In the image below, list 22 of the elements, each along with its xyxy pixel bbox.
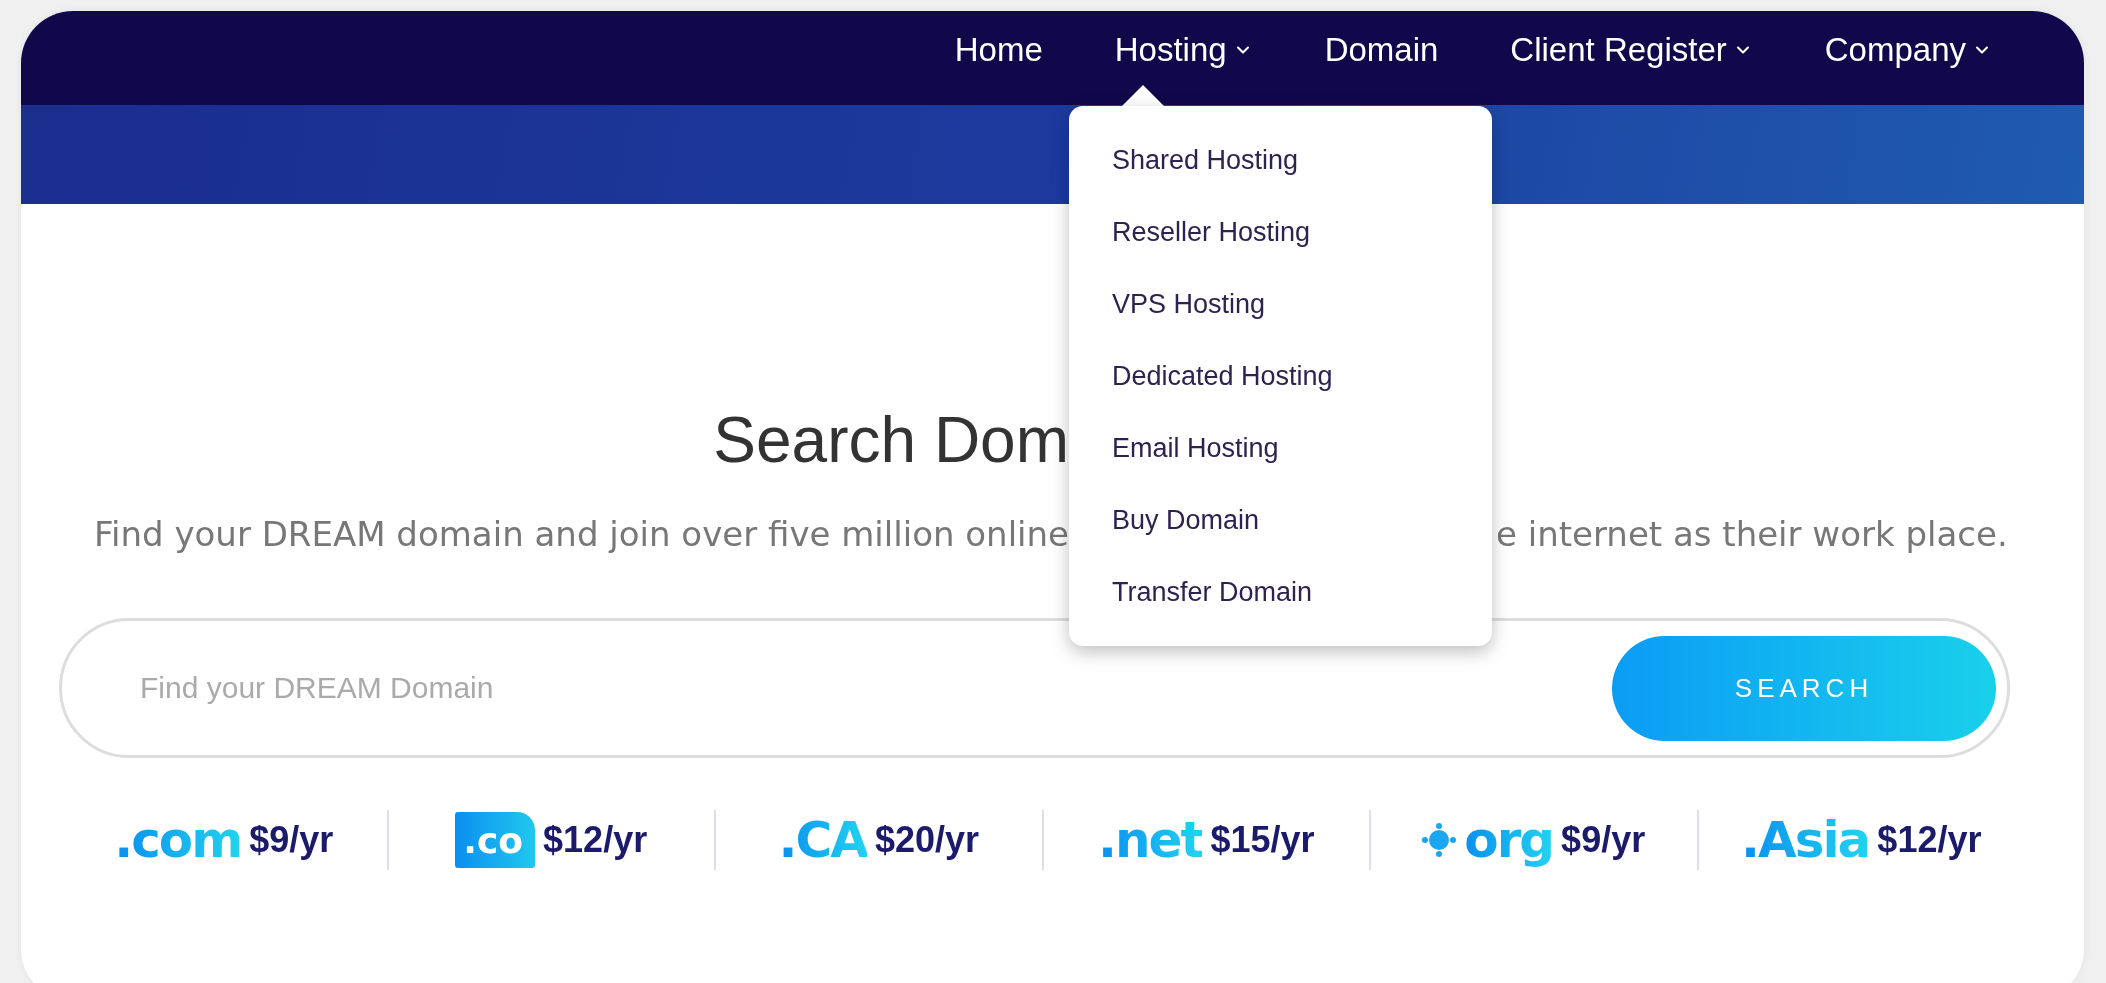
tld-logo: .co: [455, 812, 536, 868]
menu-item[interactable]: Email Hosting: [1069, 412, 1492, 484]
subtitle-text: e internet as their work place.: [1496, 513, 2008, 556]
menu-item[interactable]: Dedicated Hosting: [1069, 340, 1492, 412]
menu-item[interactable]: Reseller Hosting: [1069, 196, 1492, 268]
nav-link[interactable]: Hosting: [1114, 11, 1253, 69]
price-text: $9/yr: [1561, 819, 1646, 861]
price-text: $12/yr: [543, 819, 648, 861]
page-heading: Search Dom: [712, 403, 1069, 478]
price-text: $20/yr: [874, 819, 979, 861]
price-text: $15/yr: [1210, 819, 1315, 861]
nav-link[interactable]: Company: [1824, 11, 1992, 69]
nav-link[interactable]: Home: [954, 11, 1043, 69]
menu-item[interactable]: Shared Hosting: [1069, 124, 1492, 196]
emblem-icon: [1422, 823, 1457, 857]
subtitle-text: Find your DREAM domain and join over five million online: [93, 513, 1069, 556]
price-text: $9/yr: [249, 819, 334, 861]
nav-link[interactable]: Domain: [1324, 11, 1439, 69]
menu-item[interactable]: Buy Domain: [1069, 484, 1492, 556]
nav-link[interactable]: Client Register: [1510, 11, 1753, 69]
price-text: $12/yr: [1877, 819, 1982, 861]
menu-item[interactable]: VPS Hosting: [1069, 268, 1492, 340]
